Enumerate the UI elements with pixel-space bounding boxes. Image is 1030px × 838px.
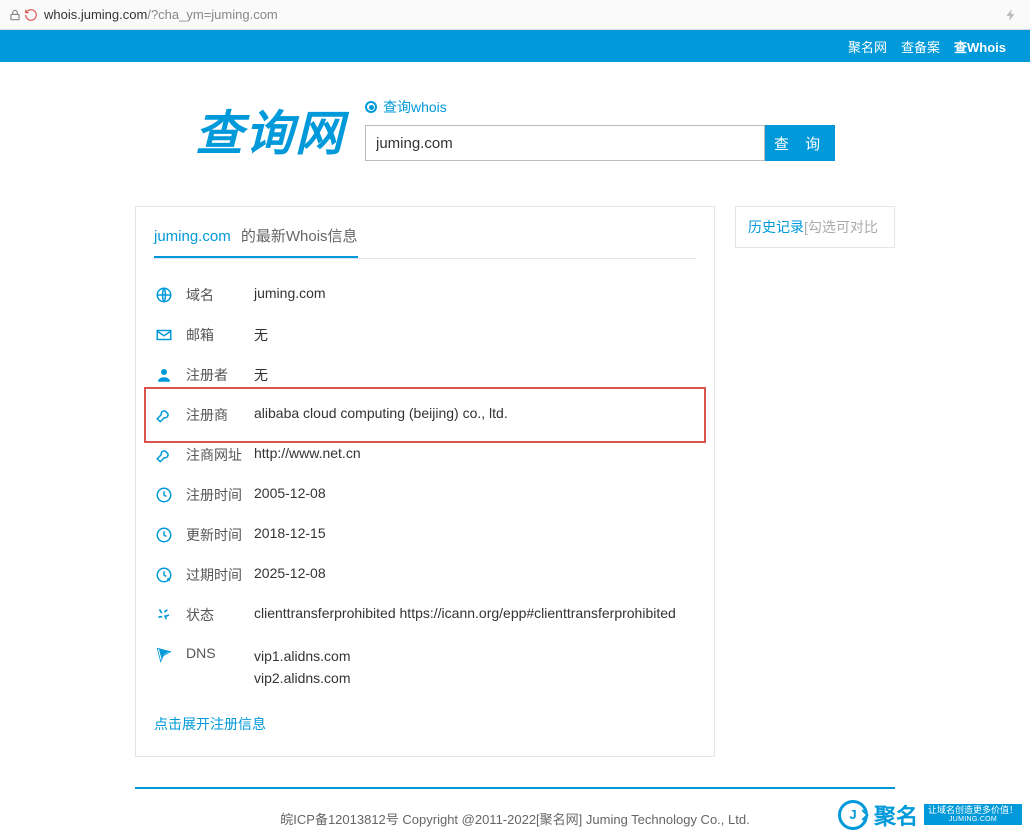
footer-logo-icon: J: [838, 800, 868, 830]
info-value: http://www.net.cn: [254, 445, 696, 461]
search-button[interactable]: 查 询: [765, 125, 835, 161]
expand-link[interactable]: 点击展开注册信息: [154, 714, 266, 734]
nav-whois[interactable]: 查Whois: [954, 37, 1006, 56]
radio-checked-icon: [365, 101, 377, 113]
info-row: 状态clienttransferprohibited https://icann…: [154, 595, 696, 635]
info-label: DNS: [186, 645, 254, 661]
content: juming.com 的最新Whois信息 域名juming.com邮箱无注册者…: [0, 206, 1030, 787]
info-value: 无: [254, 325, 696, 345]
tab-whois[interactable]: juming.com 的最新Whois信息: [154, 225, 358, 258]
search-input[interactable]: [365, 125, 765, 161]
clock-icon: [154, 525, 174, 545]
wrench-icon: [154, 405, 174, 425]
info-row: DNSvip1.alidns.comvip2.alidns.com: [154, 635, 696, 700]
recycle-icon: [154, 605, 174, 625]
url-domain: whois.juming.com: [44, 7, 147, 22]
footer-logo[interactable]: J 聚名 让域名创造更多价值！ JUMING.COM: [838, 799, 1022, 831]
footer-badge: 让域名创造更多价值！ JUMING.COM: [924, 804, 1022, 825]
site-logo[interactable]: 查询网: [195, 94, 345, 164]
hero: 查询网 查询whois 查 询: [0, 62, 1030, 206]
lock-icon: [8, 8, 22, 22]
flash-icon[interactable]: [1004, 8, 1018, 22]
info-row: 注商网址http://www.net.cn: [154, 435, 696, 475]
radio-label: 查询whois: [383, 97, 447, 117]
history-card[interactable]: 历史记录[勾选可对比: [735, 206, 895, 248]
person-icon: [154, 365, 174, 385]
browser-url-bar: whois.juming.com/?cha_ym=juming.com: [0, 0, 1030, 30]
globe-icon: [154, 285, 174, 305]
info-row: 注册商alibaba cloud computing (beijing) co.…: [154, 395, 696, 435]
info-value: clienttransferprohibited https://icann.o…: [254, 605, 696, 621]
info-row: 更新时间2018-12-15: [154, 515, 696, 555]
info-label: 邮箱: [186, 325, 254, 345]
info-value: juming.com: [254, 285, 696, 301]
info-label: 注册者: [186, 365, 254, 385]
info-list: 域名juming.com邮箱无注册者无注册商alibaba cloud comp…: [154, 259, 696, 700]
info-value: 2018-12-15: [254, 525, 696, 541]
url-path: /?cha_ym=juming.com: [147, 7, 277, 22]
whois-card: juming.com 的最新Whois信息 域名juming.com邮箱无注册者…: [135, 206, 715, 757]
info-label: 域名: [186, 285, 254, 305]
info-value: 无: [254, 365, 696, 385]
info-label: 更新时间: [186, 525, 254, 545]
search-mode-radio[interactable]: 查询whois: [365, 97, 835, 117]
reload-icon[interactable]: [24, 8, 38, 22]
info-label: 状态: [186, 605, 254, 625]
info-row: 过期时间2025-12-08: [154, 555, 696, 595]
tab-row: juming.com 的最新Whois信息: [154, 225, 696, 259]
clock-icon: [154, 485, 174, 505]
info-row: 邮箱无: [154, 315, 696, 355]
footer-slogan: 让域名创造更多价值！: [928, 805, 1018, 815]
footer-brand: 聚名: [874, 799, 918, 831]
footer: 皖ICP备12013812号 Copyright @2011-2022[聚名网]…: [0, 789, 1030, 838]
info-value: alibaba cloud computing (beijing) co., l…: [254, 405, 696, 421]
mail-icon: [154, 325, 174, 345]
info-label: 注册商: [186, 405, 254, 425]
footer-url: JUMING.COM: [928, 816, 1018, 824]
dns-icon: [154, 645, 174, 665]
tab-domain: juming.com: [154, 228, 231, 245]
nav-juming[interactable]: 聚名网: [848, 37, 887, 56]
url-text[interactable]: whois.juming.com/?cha_ym=juming.com: [44, 7, 1004, 22]
info-label: 注册时间: [186, 485, 254, 505]
info-row: 域名juming.com: [154, 275, 696, 315]
top-nav: 聚名网 查备案 查Whois: [0, 30, 1030, 62]
info-label: 过期时间: [186, 565, 254, 585]
info-value: vip1.alidns.comvip2.alidns.com: [254, 645, 696, 690]
search-area: 查询whois 查 询: [365, 97, 835, 161]
clock-warn-icon: [154, 565, 174, 585]
footer-text: 皖ICP备12013812号 Copyright @2011-2022[聚名网]…: [280, 812, 749, 827]
wrench-icon: [154, 445, 174, 465]
history-hint: [勾选可对比: [804, 217, 878, 237]
info-value: 2025-12-08: [254, 565, 696, 581]
nav-beian[interactable]: 查备案: [901, 37, 940, 56]
info-row: 注册时间2005-12-08: [154, 475, 696, 515]
info-value: 2005-12-08: [254, 485, 696, 501]
tab-suffix: 的最新Whois信息: [241, 228, 358, 245]
info-label: 注商网址: [186, 445, 254, 465]
history-title: 历史记录: [748, 217, 804, 237]
